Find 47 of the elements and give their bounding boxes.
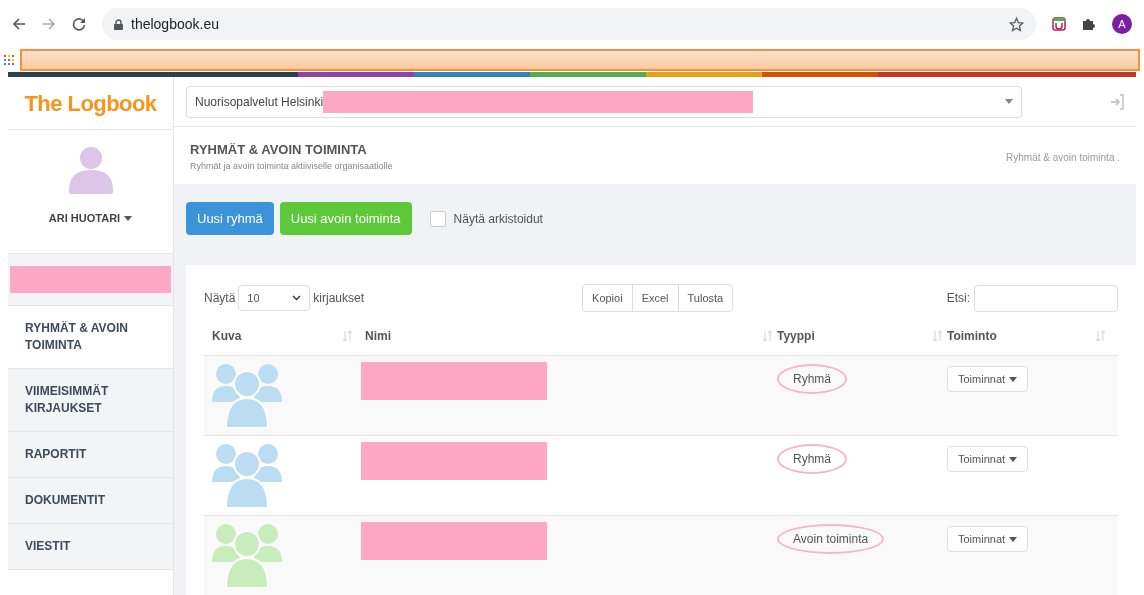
search-field[interactable] <box>974 284 1118 312</box>
page-size-select[interactable]: 10 <box>238 285 311 311</box>
type-label: Ryhmä <box>777 364 847 394</box>
apps-icon[interactable] <box>4 55 14 65</box>
forward-icon[interactable] <box>42 17 56 31</box>
actions-dropdown[interactable]: Toiminnat <box>947 366 1029 392</box>
entries-label: kirjaukset <box>313 290 365 307</box>
caret-icon <box>1009 456 1018 462</box>
puzzle-icon[interactable] <box>1082 17 1096 31</box>
caret-icon <box>1005 99 1013 105</box>
column-header[interactable]: Tyyppi <box>777 327 815 345</box>
page-title: RYHMÄT & AVOIN TOIMINTA <box>190 141 368 160</box>
actions-dropdown[interactable]: Toiminnat <box>947 446 1029 472</box>
user-menu[interactable]: ARI HUOTARI <box>48 210 133 227</box>
export-button[interactable]: Excel <box>631 285 678 311</box>
lock-icon <box>114 18 123 30</box>
logout-icon[interactable] <box>1110 93 1124 110</box>
export-button[interactable]: Kopioi <box>583 285 632 311</box>
column-header[interactable]: Toiminto <box>947 327 997 345</box>
back-icon[interactable] <box>12 17 26 31</box>
checkbox[interactable] <box>429 210 446 227</box>
reload-icon[interactable] <box>72 17 86 31</box>
caret-icon <box>1009 536 1018 542</box>
type-label: Avoin toiminta <box>777 524 885 554</box>
caret-icon <box>124 215 133 221</box>
user-avatar <box>68 146 113 194</box>
show-label: Näytä <box>204 290 236 307</box>
checkbox-label: Näytä arkistoidut <box>453 210 543 228</box>
star-icon[interactable] <box>1009 16 1024 32</box>
caret-icon <box>1009 376 1018 382</box>
type-label: Ryhmä <box>777 444 847 474</box>
column-header[interactable]: Nimi <box>365 327 391 345</box>
sort-icon[interactable] <box>1096 330 1106 342</box>
actions-dropdown[interactable]: Toiminnat <box>947 526 1029 552</box>
sort-icon[interactable] <box>933 330 943 342</box>
page-subtitle: Ryhmät ja avoin toiminta aktiiviselle organisaatiolle <box>190 159 394 173</box>
search-label: Etsi: <box>946 290 970 307</box>
export-button[interactable]: Tulosta <box>677 285 733 311</box>
sort-icon[interactable] <box>763 330 773 342</box>
sidebar-item[interactable]: RYHMÄT & AVOIN TOIMINTA <box>8 305 173 368</box>
chevron-icon <box>292 295 302 301</box>
organization-select[interactable]: Nuorisopalvelut Helsinki <box>186 85 1022 118</box>
extension-icon[interactable] <box>1052 17 1066 31</box>
sort-icon[interactable] <box>343 330 353 342</box>
profile-avatar[interactable]: A <box>1112 14 1132 34</box>
column-header[interactable]: Kuva <box>212 327 242 345</box>
address-bar[interactable]: thelogbook.eu <box>102 8 1036 40</box>
